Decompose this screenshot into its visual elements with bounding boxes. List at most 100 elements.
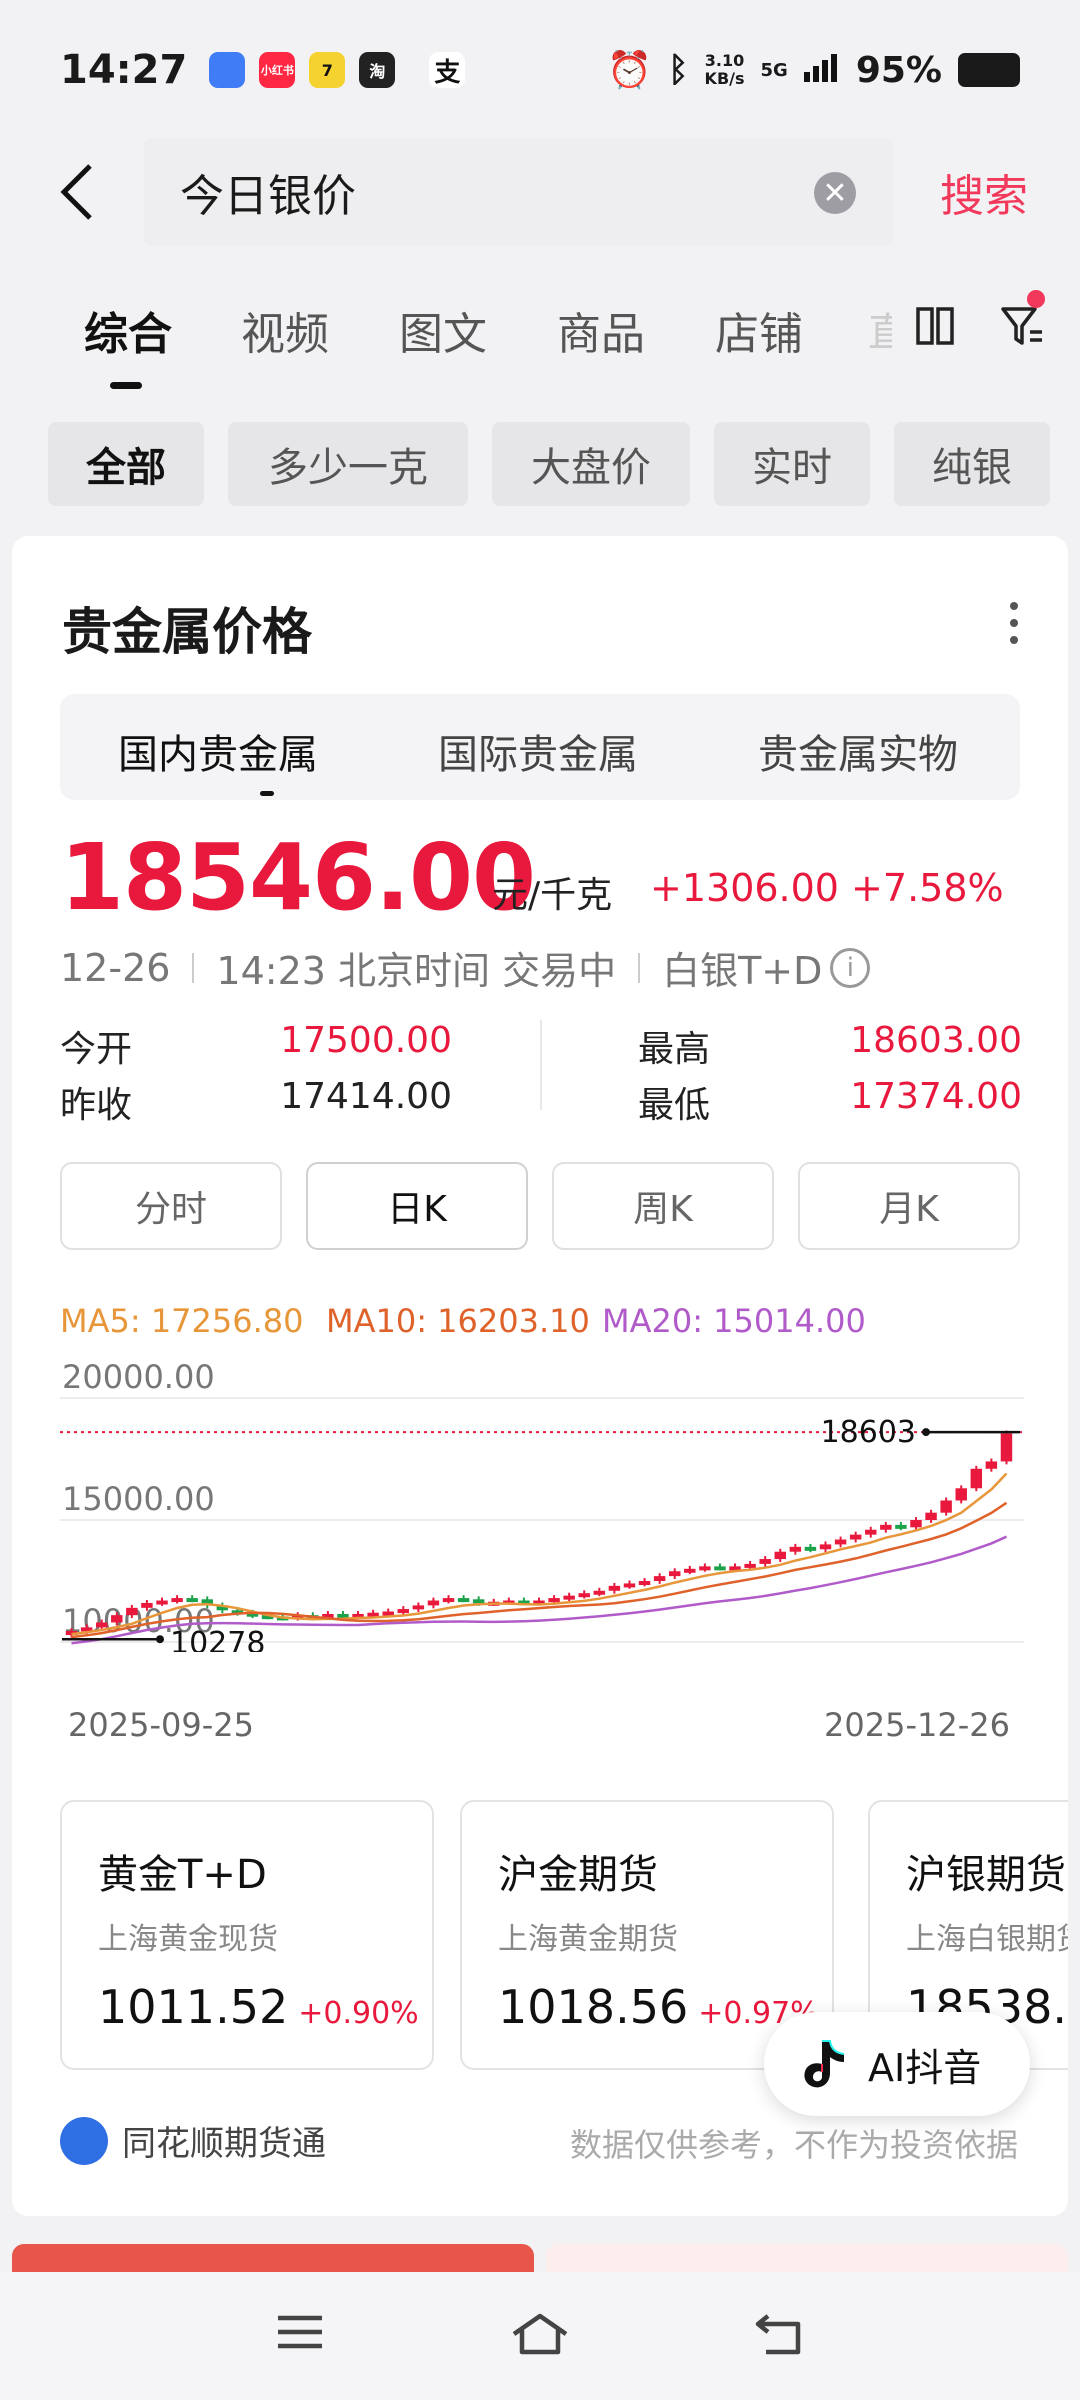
quote-card-sub: 上海白银期货 xyxy=(906,1922,1068,1957)
chip-realtime[interactable]: 实时 xyxy=(714,422,870,506)
price-unit: 元/千克 xyxy=(492,875,613,916)
y-tick-label: 15000.00 xyxy=(62,1480,215,1518)
candle-body xyxy=(653,1576,666,1581)
layout-toggle-icon[interactable] xyxy=(915,306,955,350)
battery-icon xyxy=(958,53,1020,87)
ai-button-label: AI抖音 xyxy=(868,2045,982,2090)
alarm-icon: ⏰ xyxy=(607,50,653,91)
ma10-line xyxy=(71,1501,1008,1639)
high-value: 18603.00 xyxy=(850,1020,1022,1061)
min-label: 10278 xyxy=(170,1626,265,1652)
candle-body xyxy=(578,1593,590,1598)
candle-body xyxy=(623,1583,636,1588)
candle-body xyxy=(910,1520,922,1528)
candle-body xyxy=(880,1524,892,1530)
card-title: 贵金属价格 xyxy=(62,603,312,661)
tonghuashun-icon xyxy=(60,2116,108,2165)
tab-video[interactable]: 视频 xyxy=(241,298,329,362)
chart-end-date: 2025-12-26 xyxy=(824,1706,1010,1744)
candle-body xyxy=(699,1566,711,1571)
quote-meta: 12-26 14:23 北京时间 交易中 白银T+D i xyxy=(60,940,871,995)
filter-icon[interactable] xyxy=(1000,304,1044,352)
quote-card-name: 沪银期货 xyxy=(906,1852,1066,1898)
candle-body xyxy=(397,1609,410,1614)
candle-body xyxy=(774,1551,786,1560)
quote-card-sub: 上海黄金期货 xyxy=(498,1922,678,1957)
precious-metal-card: 贵金属价格 国内贵金属 国际贵金属 贵金属实物 18546.00 元/千克 +1… xyxy=(12,536,1068,2216)
segment-domestic[interactable]: 国内贵金属 xyxy=(118,722,318,780)
quote-card-gold-td[interactable]: 黄金T+D 上海黄金现货 1011.52 +0.90% xyxy=(60,1800,434,2070)
chip-all[interactable]: 全部 xyxy=(48,422,204,506)
menu-icon[interactable] xyxy=(276,2312,324,2356)
candle-body xyxy=(1000,1433,1013,1462)
info-icon[interactable]: i xyxy=(830,947,871,988)
candle-body xyxy=(412,1605,425,1610)
quote-card-name: 沪金期货 xyxy=(498,1852,658,1898)
min-marker-dot xyxy=(156,1635,164,1644)
y-tick-label: 20000.00 xyxy=(62,1358,215,1396)
tab-store[interactable]: 店铺 xyxy=(715,298,803,362)
back-icon[interactable] xyxy=(56,162,116,222)
quote-card-value: 1018.56 +0.97% xyxy=(498,1980,819,2034)
search-button[interactable]: 搜索 xyxy=(940,160,1028,224)
candle-body xyxy=(638,1581,651,1585)
segment-physical[interactable]: 贵金属实物 xyxy=(758,722,958,780)
period-daily[interactable]: 日K xyxy=(306,1162,528,1250)
quote-time: 14:23 北京时间 交易中 xyxy=(216,949,617,993)
chip-per-gram[interactable]: 多少一克 xyxy=(228,422,468,506)
search-header: 今日银价 ✕ 搜索 xyxy=(0,138,1080,246)
tab-live-partial[interactable]: 直 xyxy=(868,300,892,350)
candle-body xyxy=(171,1598,183,1603)
network-type: 5G xyxy=(760,59,788,81)
candle-body xyxy=(563,1595,575,1600)
candle-body xyxy=(668,1571,681,1577)
tab-indicator xyxy=(110,382,142,389)
home-icon[interactable] xyxy=(510,2312,570,2360)
candle-body xyxy=(593,1590,606,1595)
period-weekly[interactable]: 周K xyxy=(552,1162,774,1250)
quote-card-sub: 上海黄金现货 xyxy=(98,1922,278,1957)
ai-douyin-button[interactable]: AI抖音 xyxy=(764,2012,1030,2116)
candle-body xyxy=(457,1598,470,1603)
low-value: 17374.00 xyxy=(850,1076,1022,1117)
candle-body xyxy=(548,1598,560,1603)
notification-icons: 小红书 7 淘 支 xyxy=(209,52,466,88)
xiaohongshu-icon: 小红书 xyxy=(259,52,296,88)
chip-market-price[interactable]: 大盘价 xyxy=(492,422,690,506)
segment-international[interactable]: 国际贵金属 xyxy=(438,722,638,780)
filter-chips: 全部 多少一克 大盘价 实时 纯银 xyxy=(0,422,1080,506)
douyin-icon xyxy=(804,2040,845,2088)
search-input[interactable]: 今日银价 ✕ xyxy=(144,138,894,246)
candle-body xyxy=(714,1566,726,1571)
battery-percent: 95% xyxy=(855,49,942,91)
tab-all[interactable]: 综合 xyxy=(84,298,172,362)
data-source[interactable]: 同花顺期货通 xyxy=(60,2116,326,2165)
kline-chart[interactable]: 20000.00 15000.00 10000.00 18603 10278 xyxy=(60,1352,1024,1661)
candle-body xyxy=(895,1524,907,1529)
candle-body xyxy=(849,1534,862,1540)
tab-goods[interactable]: 商品 xyxy=(557,298,645,362)
quote-card-value: 1011.52 +0.90% xyxy=(98,1980,419,2034)
more-icon[interactable] xyxy=(1010,602,1018,653)
candle-body xyxy=(427,1600,440,1606)
candle-body xyxy=(111,1615,123,1623)
period-intraday[interactable]: 分时 xyxy=(60,1162,282,1250)
period-monthly[interactable]: 月K xyxy=(798,1162,1020,1250)
signal-icon xyxy=(803,50,840,91)
system-nav-bar xyxy=(0,2272,1080,2400)
max-label: 18603 xyxy=(821,1415,916,1450)
candle-body xyxy=(834,1539,847,1545)
prev-close-label: 昨收 xyxy=(60,1085,133,1126)
net-speed: 3.10 KB/s xyxy=(704,51,745,88)
candle-body xyxy=(156,1600,168,1605)
chip-pure-silver[interactable]: 纯银 xyxy=(894,422,1050,506)
clear-icon[interactable]: ✕ xyxy=(814,172,856,214)
disclaimer: 数据仅供参考，不作为投资依据 xyxy=(569,2126,1018,2164)
back-nav-icon[interactable] xyxy=(754,2312,804,2360)
candle-body xyxy=(970,1468,983,1489)
tab-image-text[interactable]: 图文 xyxy=(399,298,487,362)
candle-body xyxy=(865,1529,877,1535)
result-tabs: 综合 视频 图文 商品 店铺 直 xyxy=(0,280,1080,390)
taobao-icon: 淘 xyxy=(359,52,396,88)
candle-body xyxy=(95,1622,108,1628)
